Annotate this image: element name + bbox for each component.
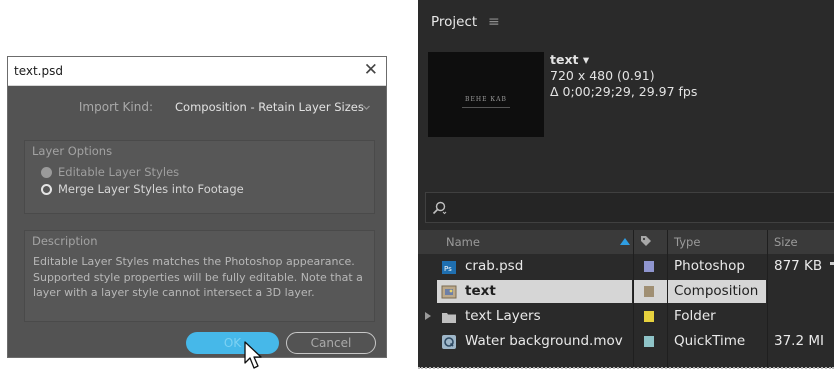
disclosure-triangle-icon[interactable] xyxy=(425,312,431,320)
svg-text:Ps: Ps xyxy=(444,265,452,273)
radio-merge-layer-styles[interactable]: Merge Layer Styles into Footage xyxy=(41,182,244,196)
import-kind-select[interactable]: Composition - Retain Layer Sizes xyxy=(169,98,376,118)
composition-icon xyxy=(441,285,457,299)
column-header-name[interactable]: Name xyxy=(446,235,480,249)
composition-thumbnail: ВЕНЕ КАВ xyxy=(428,52,544,137)
folder-icon xyxy=(442,313,456,323)
thumbnail-text: ВЕНЕ КАВ xyxy=(465,96,507,103)
type-cell: Composition xyxy=(668,280,766,303)
mouse-pointer-icon xyxy=(244,341,262,369)
item-name: text xyxy=(465,283,496,299)
item-type: QuickTime xyxy=(674,333,746,349)
search-icon xyxy=(432,201,447,215)
item-type: Composition xyxy=(674,283,759,299)
ok-button[interactable]: OK xyxy=(186,332,279,354)
radio-indicator xyxy=(41,166,52,178)
search-input[interactable] xyxy=(425,192,834,223)
network-link-icon xyxy=(830,262,834,265)
project-item-row[interactable]: text Layers Folder xyxy=(418,304,834,329)
size-cell xyxy=(768,305,834,328)
sort-ascending-icon[interactable] xyxy=(620,237,630,245)
type-cell: QuickTime xyxy=(668,330,766,353)
label-swatch[interactable] xyxy=(644,336,654,347)
label-cell[interactable] xyxy=(634,255,667,278)
import-kind-label: Import Kind: xyxy=(78,100,153,114)
import-dialog: text.psd ✕ Import Kind: Composition - Re… xyxy=(7,56,387,358)
layer-options-title: Layer Options xyxy=(32,144,113,158)
name-cell: Water background.mov xyxy=(437,330,632,353)
cancel-button[interactable]: Cancel xyxy=(286,332,376,354)
panel-bottom-edge xyxy=(418,367,834,369)
radio-label: Merge Layer Styles into Footage xyxy=(58,182,244,196)
project-item-row[interactable]: Ps crab.psd Photoshop 877 KB xyxy=(418,254,834,279)
item-size: 877 KB xyxy=(774,258,823,274)
name-cell: text xyxy=(437,280,632,303)
item-name[interactable]: text ▾ xyxy=(550,52,697,68)
item-type: Photoshop xyxy=(674,258,745,274)
radio-indicator xyxy=(41,183,52,195)
panel-header: Project ≡ xyxy=(418,0,834,40)
label-swatch[interactable] xyxy=(644,261,654,272)
dialog-titlebar: text.psd ✕ xyxy=(8,57,386,86)
type-cell: Folder xyxy=(668,305,766,328)
item-dimensions: 720 x 480 (0.91) xyxy=(550,68,655,83)
layer-options-group: Layer Options Editable Layer Styles Merg… xyxy=(24,140,375,214)
label-swatch[interactable] xyxy=(644,286,654,297)
item-duration: Δ 0;00;29;29, 29.97 fps xyxy=(550,84,698,99)
type-cell: Photoshop xyxy=(668,255,766,278)
photoshop-icon: Ps xyxy=(442,261,456,274)
import-kind-value: Composition - Retain Layer Sizes xyxy=(175,100,364,114)
quicktime-icon xyxy=(442,335,456,349)
project-panel: Project ≡ ВЕНЕ КАВ text ▾ 720 x 480 (0.9… xyxy=(418,0,834,368)
name-cell: Ps crab.psd xyxy=(437,255,632,278)
item-type: Folder xyxy=(674,308,716,324)
label-swatch[interactable] xyxy=(644,311,654,322)
description-title: Description xyxy=(32,234,98,248)
item-info: text ▾ 720 x 480 (0.91) Δ 0;00;29;29, 29… xyxy=(550,52,697,100)
panel-title[interactable]: Project xyxy=(431,14,477,30)
dialog-title: text.psd xyxy=(14,64,63,78)
column-header-row: Name Type Size xyxy=(418,230,834,254)
label-cell[interactable] xyxy=(634,280,667,303)
close-icon[interactable]: ✕ xyxy=(364,61,378,79)
description-text: Editable Layer Styles matches the Photos… xyxy=(33,255,363,299)
label-cell[interactable] xyxy=(634,305,667,328)
item-name: crab.psd xyxy=(465,258,524,274)
label-cell[interactable] xyxy=(634,330,667,353)
item-name: text Layers xyxy=(465,308,541,324)
panel-menu-icon[interactable]: ≡ xyxy=(488,14,500,30)
size-cell: 37.2 MI xyxy=(768,330,834,353)
project-item-row-selected[interactable]: text Composition xyxy=(418,279,834,304)
description-group: Description Editable Layer Styles matche… xyxy=(24,230,375,322)
size-cell: 877 KB xyxy=(768,255,834,278)
size-cell xyxy=(768,280,834,303)
chevron-down-icon xyxy=(363,105,370,110)
thumbnail-underline xyxy=(462,107,510,108)
project-item-row[interactable]: Water background.mov QuickTime 37.2 MI xyxy=(418,329,834,354)
search-row xyxy=(418,188,834,230)
name-cell: text Layers xyxy=(437,305,632,328)
item-name: Water background.mov xyxy=(465,333,623,349)
radio-label: Editable Layer Styles xyxy=(58,165,180,179)
column-header-size[interactable]: Size xyxy=(774,235,798,249)
label-tag-icon[interactable] xyxy=(640,235,652,247)
column-header-type[interactable]: Type xyxy=(674,235,700,249)
radio-editable-layer-styles[interactable]: Editable Layer Styles xyxy=(41,165,179,179)
item-size: 37.2 MI xyxy=(774,333,824,349)
